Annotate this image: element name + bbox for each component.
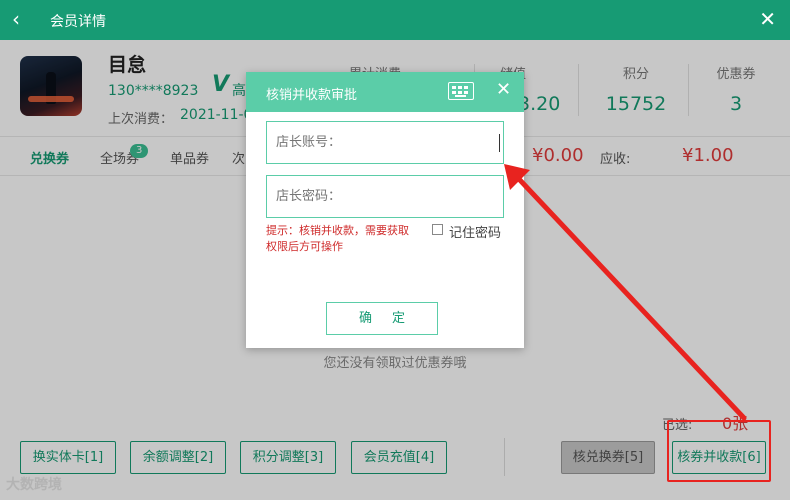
arrow-line — [515, 175, 747, 421]
annotation-arrow — [504, 164, 747, 421]
